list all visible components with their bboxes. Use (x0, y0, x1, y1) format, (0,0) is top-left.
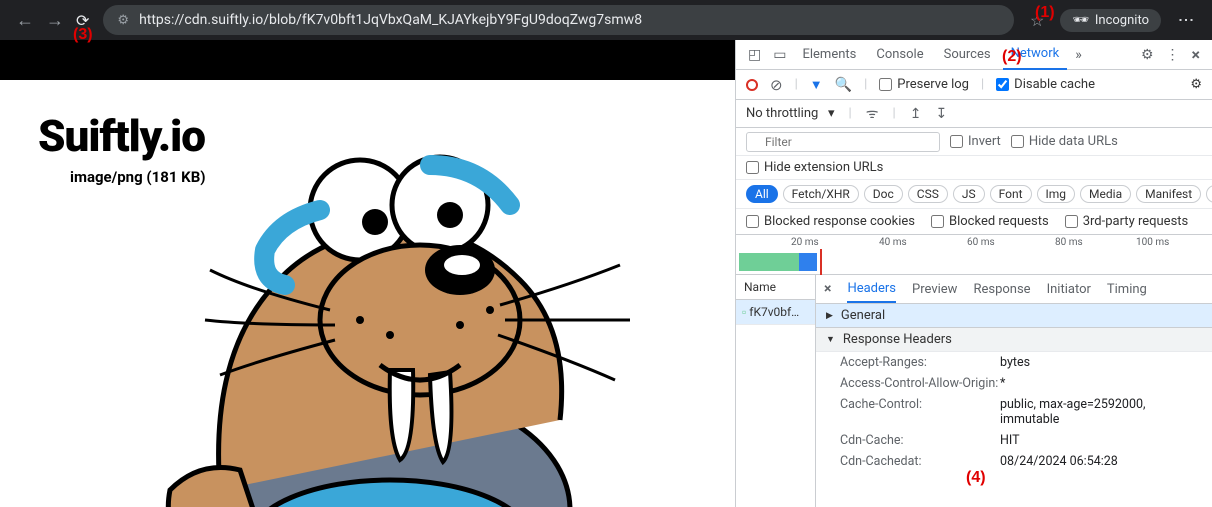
download-har-icon[interactable]: ↧ (935, 106, 947, 122)
header-row: Cdn-Cachedat:08/24/2024 06:54:28 (816, 451, 1212, 472)
pill-js[interactable]: JS (953, 185, 985, 203)
detail-tab-bar: × Headers Preview Response Initiator Tim… (816, 275, 1212, 304)
devtools-tab-bar: ◰ ▭ Elements Console Sources Network » ⚙… (736, 40, 1212, 70)
settings-gear-icon[interactable]: ⚙ (1137, 47, 1158, 63)
walrus-image (110, 110, 650, 507)
pill-fetch[interactable]: Fetch/XHR (783, 185, 859, 203)
tab-console[interactable]: Console (868, 40, 931, 70)
dtab-headers[interactable]: Headers (847, 281, 896, 303)
preserve-log-checkbox[interactable]: Preserve log (879, 77, 969, 92)
request-row[interactable]: ▫ fK7v0bf… (736, 300, 815, 325)
pill-manifest[interactable]: Manifest (1136, 185, 1201, 203)
request-list-header[interactable]: Name (736, 275, 815, 300)
back-arrow-icon[interactable]: ← (16, 10, 34, 31)
close-devtools-icon[interactable]: × (1188, 45, 1205, 64)
network-toolbar: ⊘ | ▼ 🔍 | Preserve log | Disable cache ⚙ (736, 70, 1212, 100)
site-settings-icon[interactable]: ⚙ (117, 13, 129, 28)
search-icon[interactable]: 🔍 (835, 77, 852, 93)
tab-sources[interactable]: Sources (936, 40, 999, 70)
response-header-list: Accept-Ranges:bytes Access-Control-Allow… (816, 352, 1212, 472)
upload-har-icon[interactable]: ↥ (910, 106, 922, 122)
device-toggle-icon[interactable]: ▭ (769, 47, 790, 63)
kebab-menu-icon[interactable]: ⋮ (1162, 47, 1184, 63)
section-response-headers[interactable]: Response Headers (816, 328, 1212, 352)
section-general[interactable]: General (816, 304, 1212, 328)
pill-doc[interactable]: Doc (864, 185, 903, 203)
header-row: Cache-Control:public, max-age=2592000, i… (816, 394, 1212, 430)
more-tabs-icon[interactable]: » (1071, 47, 1086, 63)
inspect-icon[interactable]: ◰ (744, 47, 765, 63)
blocked-row: Blocked response cookies Blocked request… (736, 209, 1212, 235)
waterfall-timeline[interactable]: 20 ms 40 ms 60 ms 80 ms 100 ms (736, 235, 1212, 275)
resource-type-filters: All Fetch/XHR Doc CSS JS Font Img Media … (736, 180, 1212, 209)
clear-icon[interactable]: ⊘ (770, 76, 783, 94)
hide-ext-checkbox[interactable]: Hide extension URLs (746, 160, 1202, 175)
filter-row: Invert Hide data URLs (736, 128, 1212, 156)
throttling-select[interactable]: No throttling ▾ (746, 106, 835, 121)
pill-font[interactable]: Font (990, 185, 1032, 203)
wifi-icon[interactable]: ᯤ (866, 104, 879, 123)
close-detail-icon[interactable]: × (824, 281, 831, 297)
request-detail: × Headers Preview Response Initiator Tim… (816, 275, 1212, 507)
dtab-initiator[interactable]: Initiator (1047, 282, 1091, 297)
forward-arrow-icon[interactable]: → (46, 10, 64, 31)
header-row: Cdn-Cache:HIT (816, 430, 1212, 451)
image-file-icon: ▫ (742, 305, 746, 319)
disable-cache-checkbox[interactable]: Disable cache (996, 77, 1095, 92)
hide-ext-row: Hide extension URLs (736, 156, 1212, 180)
blocked-req-checkbox[interactable]: Blocked requests (931, 214, 1049, 229)
incognito-icon: 🕶 (1072, 13, 1089, 28)
filter-input[interactable] (746, 132, 940, 152)
hide-data-urls-checkbox[interactable]: Hide data URLs (1011, 134, 1118, 149)
pill-media[interactable]: Media (1080, 185, 1131, 203)
request-list: Name ▫ fK7v0bf… (736, 275, 816, 507)
bookmark-star-icon[interactable]: ☆ (1030, 11, 1044, 30)
network-settings-gear-icon[interactable]: ⚙ (1190, 77, 1202, 92)
page-viewport: Suiftly.io image/png (181 KB) (0, 40, 735, 507)
browser-menu-icon[interactable]: ⋮ (1177, 12, 1196, 28)
incognito-badge[interactable]: 🕶 Incognito (1060, 9, 1161, 32)
pill-css[interactable]: CSS (908, 185, 948, 203)
tab-network[interactable]: Network (1003, 40, 1068, 70)
tab-elements[interactable]: Elements (794, 40, 864, 70)
pill-img[interactable]: Img (1037, 185, 1076, 203)
invert-checkbox[interactable]: Invert (950, 134, 1001, 149)
dtab-preview[interactable]: Preview (912, 282, 957, 297)
url-text: https://cdn.suiftly.io/blob/fK7v0bft1JqV… (139, 12, 642, 28)
filter-funnel-icon[interactable]: ▼ (810, 77, 823, 93)
header-row: Access-Control-Allow-Origin:* (816, 373, 1212, 394)
dtab-timing[interactable]: Timing (1107, 282, 1147, 297)
browser-topbar: ← → ⟳ ⚙ https://cdn.suiftly.io/blob/fK7v… (0, 0, 1212, 40)
pill-all[interactable]: All (746, 185, 778, 203)
nav-arrows: ← → (8, 10, 64, 31)
pill-ws[interactable]: WS (1206, 185, 1212, 203)
address-bar[interactable]: ⚙ https://cdn.suiftly.io/blob/fK7v0bft1J… (103, 5, 1014, 35)
dtab-response[interactable]: Response (973, 282, 1030, 297)
network-split: Name ▫ fK7v0bf… × Headers Preview Respon… (736, 275, 1212, 507)
incognito-label: Incognito (1095, 13, 1149, 28)
throttling-row: No throttling ▾ | ᯤ | ↥ ↧ (736, 100, 1212, 128)
third-party-checkbox[interactable]: 3rd-party requests (1065, 214, 1189, 229)
blocked-cookies-checkbox[interactable]: Blocked response cookies (746, 214, 915, 229)
record-icon[interactable] (746, 79, 758, 91)
devtools-panel: ◰ ▭ Elements Console Sources Network » ⚙… (735, 40, 1212, 507)
reload-icon[interactable]: ⟳ (76, 11, 89, 30)
header-row: Accept-Ranges:bytes (816, 352, 1212, 373)
